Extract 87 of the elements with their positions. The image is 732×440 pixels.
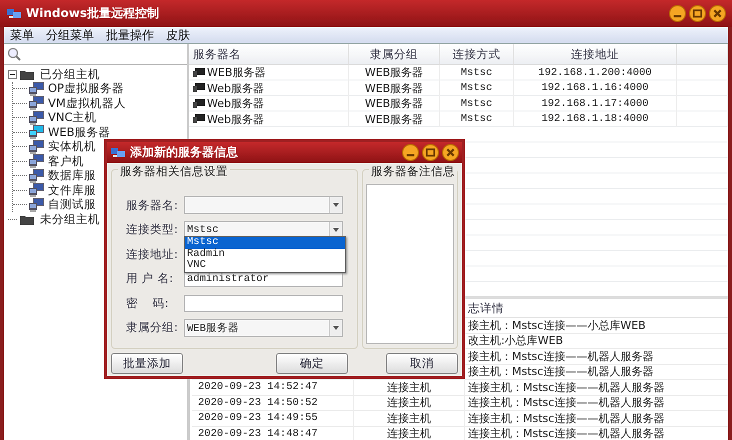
folder-icon [20,214,34,225]
close-button[interactable] [442,144,459,161]
menu-item[interactable]: 皮肤 [166,26,190,44]
table-cell: 连接主机 [354,426,465,440]
table-cell: 连接主机 [354,396,465,410]
combo-box[interactable]: WEB服务器 [184,318,343,336]
monitor-icon [193,98,205,109]
table-cell: Mstsc [440,80,514,96]
table-cell: Web服务器 [207,112,264,127]
table-cell: Web服务器 [207,96,264,112]
table-cell: Web服务器 [207,80,264,96]
tree-item[interactable]: VM虚拟机器人 [48,96,126,111]
table-cell-text: 改主机:小总库WEB [467,334,564,348]
table-cell: Mstsc [440,65,514,80]
maximize-button[interactable] [422,144,439,161]
folder-icon [20,68,34,80]
minimize-button[interactable] [669,5,686,22]
table-cell: 192.168.1.16:4000 [514,80,677,96]
field-label: 服务器名: [126,198,179,212]
dropdown-option[interactable]: VNC [185,260,345,272]
table-cell: 192.168.1.17:4000 [514,96,677,112]
column-header[interactable]: 服务器名 [189,44,349,64]
monitor-icon [193,68,205,78]
monitor-icon [193,114,205,124]
table-cell-text: 连接主机：Mstsc连接——机器人服务器 [467,426,666,440]
tree-item[interactable]: 自测试服 [48,197,96,212]
column-header[interactable]: 连接方式 [440,44,514,64]
tree-item[interactable]: 已分组主机 [40,66,100,82]
field-label: 连接地址: [126,246,179,262]
maximize-button[interactable] [689,5,706,22]
close-button[interactable] [709,5,726,22]
tree-item[interactable]: 数据库服 [48,168,96,184]
table-cell: WEB服务器 [349,112,440,127]
table-cell-text: 连接主机：Mstsc连接——机器人服务器 [467,380,666,394]
dialog-button[interactable]: 确定 [276,353,348,374]
table-cell: 连接主机 [354,411,465,426]
tree-item[interactable]: WEB服务器 [48,124,111,140]
tree-item[interactable]: 客户机 [48,154,84,169]
notes-field[interactable] [366,184,454,344]
monitor-icon [193,83,205,94]
menu-item[interactable]: 菜单 [10,26,34,44]
table-cell-text: 接主机：Mstsc连接——机器人服务器 [467,364,654,379]
minimize-button[interactable] [402,144,419,161]
column-header[interactable]: 连接地址 [514,44,677,64]
tree-item[interactable]: 未分组主机 [40,212,100,227]
computers-icon [6,6,22,20]
collapse-toggle[interactable] [8,70,17,79]
dropdown-option[interactable]: Radmin [185,248,345,260]
dialog-button[interactable]: 批量添加 [111,353,183,374]
dialog-button[interactable]: 取消 [386,353,458,374]
table-cell: WEB服务器 [349,96,440,112]
tree-item[interactable]: OP虚拟服务器 [48,81,124,96]
menu-item[interactable]: 分组菜单 [46,26,94,44]
column-header[interactable]: 志详情 [465,299,728,317]
dropdown-option[interactable]: Mstsc [185,237,345,248]
field-label: 隶属分组: [126,320,179,335]
table-cell-text: 接主机：Mstsc连接——机器人服务器 [467,349,654,364]
group-title: 服务器备注信息 [369,164,457,179]
table-cell: 192.168.1.200:4000 [514,65,677,80]
table-cell: WEB服务器 [349,80,440,96]
window-title: Windows批量远程控制 [26,5,159,22]
table-cell: 2020-09-23 14:49:55 [192,411,354,426]
search-icon [7,47,21,61]
table-cell: 192.168.1.18:4000 [514,112,677,127]
table-cell: Mstsc [440,112,514,127]
table-cell: 2020-09-23 14:50:52 [192,396,354,410]
input-field[interactable] [184,294,343,312]
table-cell: Mstsc [440,96,514,112]
table-cell-text: 连接主机：Mstsc连接——机器人服务器 [467,396,666,410]
group-title: 服务器相关信息设置 [118,164,230,179]
table-cell-text: 接主机：Mstsc连接——小总库WEB [467,318,647,332]
table-cell-text: 连接主机：Mstsc连接——机器人服务器 [467,411,666,426]
tree-item[interactable]: 文件库服 [48,182,96,198]
table-cell: WEB服务器 [349,65,440,80]
computers-icon [110,146,126,160]
menu-item[interactable]: 批量操作 [106,26,154,44]
column-header[interactable]: 隶属分组 [349,44,440,64]
field-label: 连接类型: [126,222,179,237]
field-label: 用 户 名: [126,271,174,286]
table-cell: WEB服务器 [207,65,266,80]
table-cell: 2020-09-23 14:52:47 [192,380,354,394]
dialog-title: 添加新的服务器信息 [130,144,238,161]
tree-item[interactable]: 实体机机 [48,139,96,154]
field-label: 密 码: [126,296,170,310]
table-cell: 连接主机 [354,380,465,394]
table-cell: 2020-09-23 14:48:47 [192,426,354,440]
tree-item[interactable]: VNC主机 [48,110,96,126]
